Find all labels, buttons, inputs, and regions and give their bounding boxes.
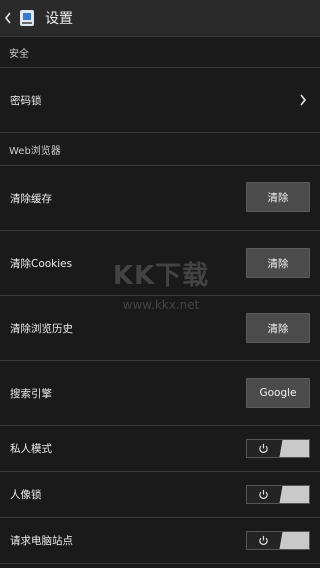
password-lock-row[interactable]: 密码锁 [0,68,320,132]
password-lock-label: 密码锁 [10,94,42,107]
portrait-lock-toggle[interactable] [246,485,310,504]
private-mode-row: 私人模式 [0,426,320,471]
clear-cache-row: 清除缓存 清除 [0,166,320,230]
clear-history-label: 清除浏览历史 [10,322,73,335]
clear-history-button[interactable]: 清除 [246,313,310,343]
section-header-web-browser: Web浏览器 [9,145,61,157]
search-engine-label: 搜索引擎 [10,387,52,400]
desktop-site-toggle[interactable] [246,531,310,550]
search-engine-button[interactable]: Google [246,378,310,408]
desktop-site-row: 请求电脑站点 [0,518,320,563]
section-header-security: 安全 [9,48,29,60]
clear-cookies-button[interactable]: 清除 [246,248,310,278]
chevron-left-icon [4,12,11,24]
clear-history-row: 清除浏览历史 清除 [0,296,320,360]
power-icon [258,489,268,499]
chevron-right-icon [300,94,307,106]
clear-cache-button[interactable]: 清除 [246,182,310,212]
portrait-lock-row: 人像锁 [0,472,320,517]
power-icon [258,443,268,453]
app-logo-icon [18,8,36,28]
page-title: 设置 [45,11,73,27]
desktop-site-label: 请求电脑站点 [10,535,73,547]
clear-cookies-label: 清除Cookies [10,257,73,270]
private-mode-label: 私人模式 [10,443,52,455]
power-icon [258,535,268,545]
top-bar: 设置 [0,0,320,37]
private-mode-toggle[interactable] [246,439,310,458]
clear-cache-label: 清除缓存 [10,192,52,205]
search-engine-row: 搜索引擎 Google [0,361,320,425]
divider [0,563,320,564]
back-button[interactable] [2,0,14,36]
clear-cookies-row: 清除Cookies 清除 [0,231,320,295]
portrait-lock-label: 人像锁 [10,489,42,501]
